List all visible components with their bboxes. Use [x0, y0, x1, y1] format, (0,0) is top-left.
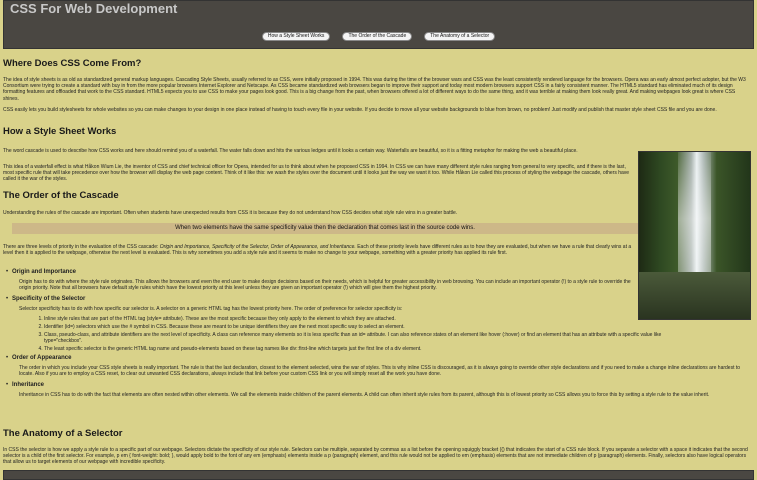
- priority-text: Selector specificity has to do with how …: [19, 305, 403, 312]
- specificity-list: Inline style rules that are part of the …: [28, 316, 664, 352]
- site-title: CSS For Web Development: [10, 1, 178, 16]
- heading-how-style-sheet-works: How a Style Sheet Works: [3, 126, 117, 137]
- priority-heading: Inheritance: [12, 381, 45, 388]
- site-footer: [3, 470, 754, 480]
- levels-emphasis: Origin and Importance, Specificity of th…: [159, 244, 356, 250]
- how-paragraph-2: This idea of a waterfall effect is what …: [3, 164, 630, 183]
- heading-order-of-cascade: The Order of the Cascade: [3, 190, 119, 201]
- heading-where-css-comes-from: Where Does CSS Come From?: [3, 58, 142, 69]
- specificity-item: The least specific selector is the gener…: [44, 346, 664, 352]
- nav-button-anatomy-of-selector[interactable]: The Anatomy of a Selector: [424, 32, 496, 41]
- list-item: • Order of Appearance The order in which…: [6, 355, 751, 378]
- site-header: CSS For Web Development How a Style Shee…: [3, 0, 754, 49]
- order-intro: Understanding the rules of the cascade a…: [3, 210, 458, 216]
- callout-box: When two elements have the same specific…: [12, 223, 638, 234]
- where-paragraph-1: The idea of style sheets is as old as st…: [3, 77, 746, 102]
- specificity-item: Class, pseudo-class, and attribute ident…: [44, 332, 664, 344]
- priority-heading: Order of Appearance: [12, 355, 72, 362]
- list-item: • Inheritance Inheritance in CSS has to …: [6, 381, 751, 398]
- order-levels-paragraph: There are three levels of priority in th…: [3, 244, 632, 257]
- nav-button-how-style-sheet-works[interactable]: How a Style Sheet Works: [261, 32, 331, 41]
- bullet-icon: •: [6, 295, 9, 302]
- specificity-item: Identifier (id=) selectors which use the…: [44, 324, 664, 330]
- bullet-icon: •: [6, 355, 9, 362]
- how-paragraph-1: The word cascade is used to describe how…: [3, 148, 578, 154]
- anatomy-paragraph: In CSS the selector is how we apply a st…: [3, 447, 748, 466]
- specificity-item: Inline style rules that are part of the …: [44, 316, 664, 322]
- nav-button-order-of-cascade[interactable]: The Order of the Cascade: [342, 32, 413, 41]
- heading-anatomy-of-selector: The Anatomy of a Selector: [3, 428, 123, 439]
- priority-text: The order in which you include your CSS …: [19, 365, 741, 378]
- nav-bar: How a Style Sheet Works The Order of the…: [4, 32, 753, 41]
- waterfall-rocks: [639, 272, 750, 319]
- where-paragraph-2: CSS easily lets you build stylesheets fo…: [3, 107, 717, 113]
- bullet-icon: •: [6, 381, 9, 388]
- priority-text: Inheritance in CSS has to do with the fa…: [19, 391, 710, 398]
- priority-text: Origin has to do with where the style ru…: [19, 279, 631, 292]
- waterfall-image: [638, 151, 751, 320]
- bullet-icon: •: [6, 269, 9, 275]
